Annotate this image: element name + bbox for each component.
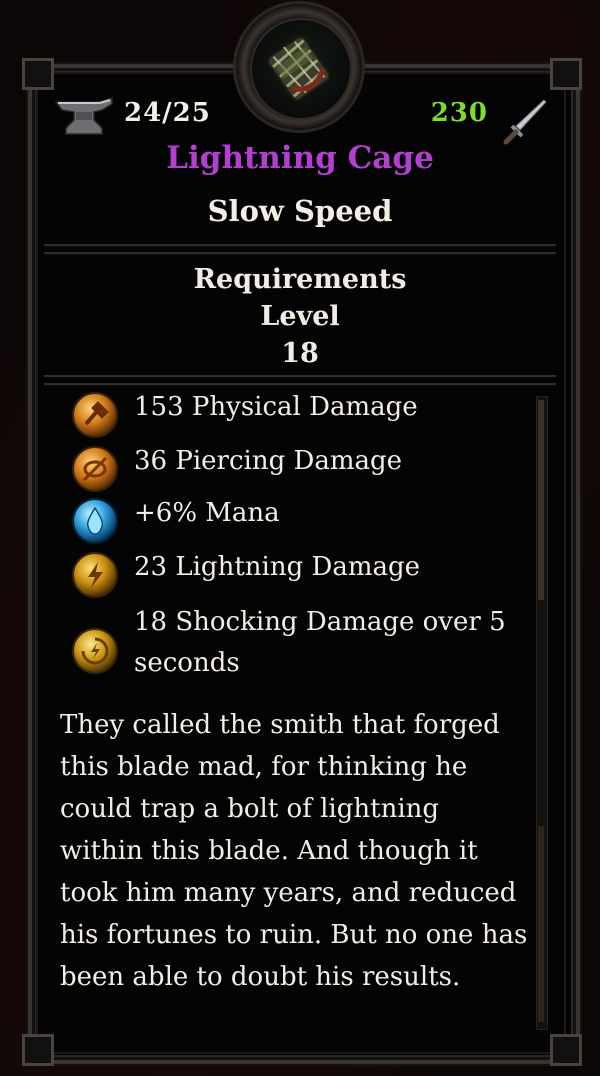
frame-corner xyxy=(550,1034,582,1066)
piercing-damage-icon xyxy=(72,446,118,492)
gear-score-value: 230 xyxy=(430,98,488,128)
stat-text: +6% Mana xyxy=(134,498,280,528)
shocking-damage-icon xyxy=(72,628,118,674)
anvil-icon xyxy=(54,96,113,135)
requirements-level-value: 18 xyxy=(281,338,319,369)
frame-corner xyxy=(22,1034,54,1066)
item-icon xyxy=(267,35,331,101)
divider xyxy=(44,252,556,255)
requirements-title: Requirements xyxy=(193,264,407,295)
scrollbar-thumb-lower xyxy=(538,826,544,1022)
scrollbar-thumb[interactable] xyxy=(538,400,544,600)
stat-text: 18 Shocking Damage over 5 seconds xyxy=(134,607,506,678)
mana-icon xyxy=(72,498,118,544)
frame-corner xyxy=(550,58,582,90)
stat-text: 153 Physical Damage xyxy=(134,392,418,422)
durability-value: 24/25 xyxy=(124,98,211,128)
frame-corner xyxy=(22,58,54,90)
lightning-damage-icon xyxy=(72,552,118,598)
stat-text: 23 Lightning Damage xyxy=(134,552,421,582)
divider xyxy=(44,375,556,378)
sword-icon xyxy=(503,99,547,145)
stat-text: 36 Piercing Damage xyxy=(134,446,403,476)
requirements-level-label: Level xyxy=(260,301,340,332)
item-name: Lightning Cage xyxy=(166,140,434,176)
divider xyxy=(44,244,556,247)
physical-damage-icon xyxy=(72,392,118,438)
lore-text: They called the smith that forged this b… xyxy=(60,710,528,992)
item-speed: Slow Speed xyxy=(207,194,393,228)
